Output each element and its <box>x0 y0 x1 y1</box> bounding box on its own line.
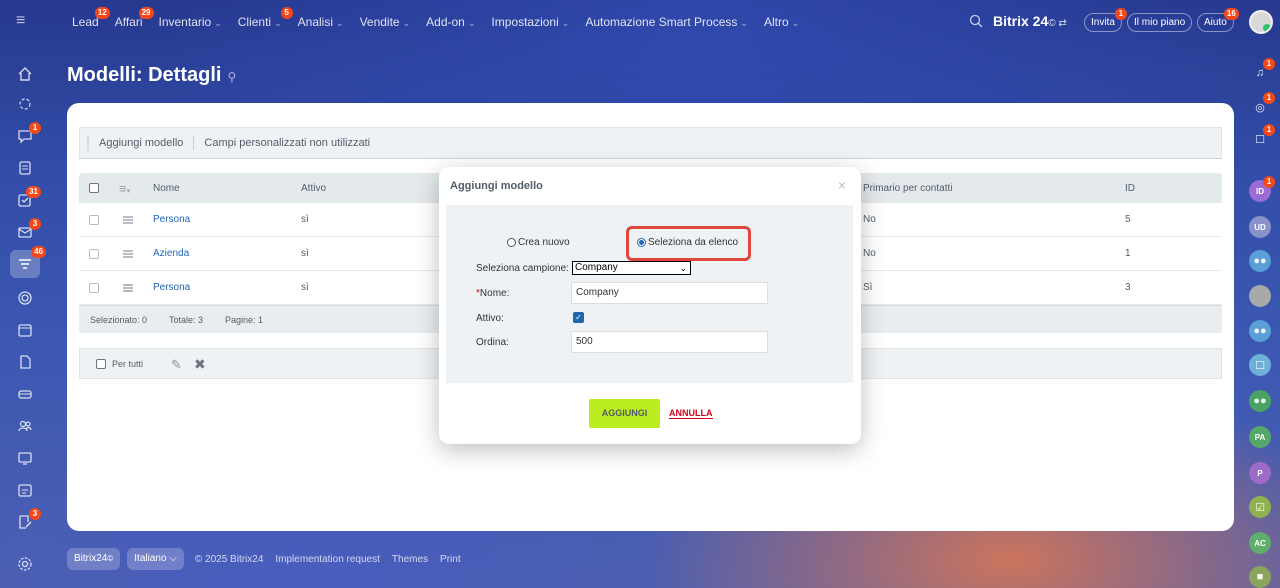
name-input[interactable]: Company <box>571 282 768 304</box>
name-label: *Nome: <box>476 288 509 299</box>
radio-create-new-label: Crea nuovo <box>518 237 570 248</box>
chevron-down-icon: ⌄ <box>679 263 687 273</box>
order-input[interactable]: 500 <box>571 331 768 353</box>
active-label: Attivo: <box>476 313 504 324</box>
cancel-button[interactable]: ANNULLA <box>669 408 713 419</box>
active-checkbox[interactable]: ✓ <box>573 312 584 323</box>
close-icon[interactable]: × <box>838 177 846 193</box>
modal-overlay: Aggiungi modello × Crea nuovo Seleziona … <box>0 0 1280 588</box>
sample-select[interactable]: Company ⌄ <box>572 261 691 275</box>
add-button[interactable]: AGGIUNGI <box>589 399 660 428</box>
radio-create-new-input[interactable] <box>507 238 516 247</box>
highlight-frame <box>626 226 751 261</box>
name-label-text: Nome: <box>479 288 510 299</box>
add-model-dialog: Aggiungi modello × Crea nuovo Seleziona … <box>439 167 861 444</box>
sample-select-value: Company <box>575 262 618 273</box>
order-label: Ordina: <box>476 337 509 348</box>
select-sample-label: Seleziona campione: <box>476 263 569 274</box>
dialog-title: Aggiungi modello <box>450 180 543 192</box>
radio-create-new[interactable]: Crea nuovo <box>507 237 570 248</box>
